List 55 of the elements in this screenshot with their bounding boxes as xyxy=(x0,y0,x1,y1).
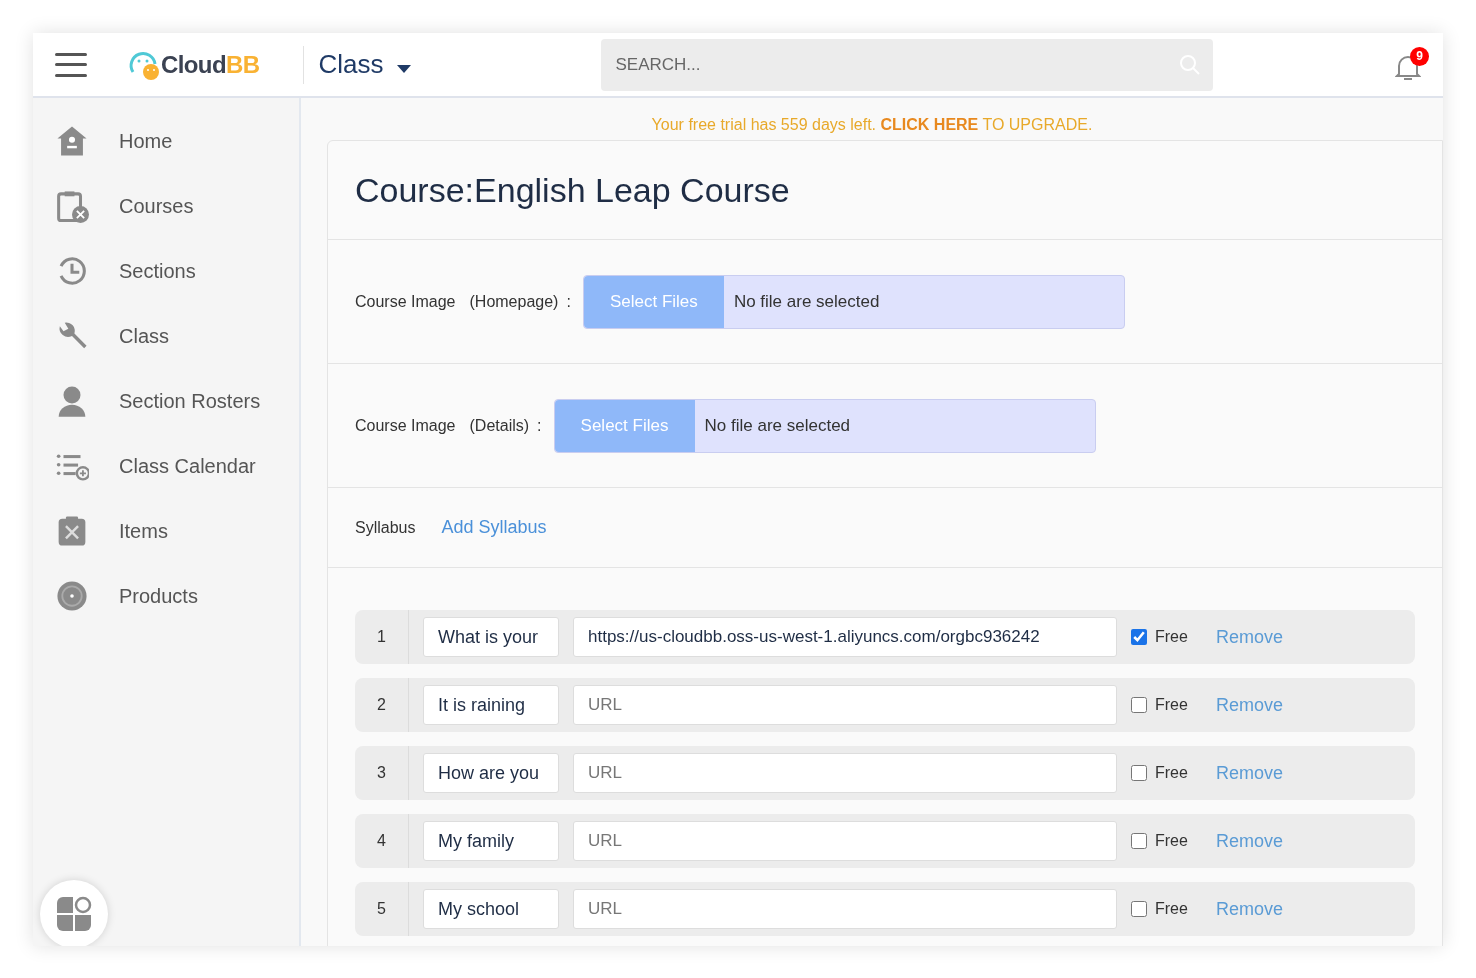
free-checkbox[interactable] xyxy=(1131,629,1147,645)
upload-label: Course Image xyxy=(355,291,456,312)
sidebar-item[interactable]: Section Rosters xyxy=(33,368,299,433)
course-title: Course:English Leap Course xyxy=(328,141,1442,240)
syllabus-label: Syllabus xyxy=(355,517,416,538)
lesson-title-field[interactable]: What is your xyxy=(423,617,559,657)
logo[interactable]: CloudBB xyxy=(125,46,260,83)
lesson-number: 4 xyxy=(355,814,409,868)
upload-colon: : xyxy=(566,291,571,312)
free-checkbox[interactable] xyxy=(1131,765,1147,781)
url-field[interactable]: URL xyxy=(573,685,1117,725)
file-status: No file are selected xyxy=(704,414,851,437)
sidebar-item[interactable]: Class Calendar xyxy=(33,433,299,498)
lesson-number: 1 xyxy=(355,610,409,664)
sidebar-item[interactable]: Sections xyxy=(33,238,299,303)
search-field[interactable]: SEARCH... xyxy=(601,38,1214,91)
sidebar-item[interactable]: Courses xyxy=(33,173,299,238)
free-checkbox[interactable] xyxy=(1131,697,1147,713)
url-field[interactable]: URL xyxy=(573,821,1117,861)
sidebar-item[interactable]: Items xyxy=(33,498,299,563)
apps-icon xyxy=(55,895,93,933)
free-checkbox[interactable] xyxy=(1131,833,1147,849)
notification-badge: 9 xyxy=(1410,46,1429,66)
caret-icon xyxy=(397,64,412,73)
sidebar-item[interactable]: Class xyxy=(33,303,299,368)
upload-qualifier: (Homepage) xyxy=(469,291,559,312)
lesson-title-field[interactable]: My school xyxy=(423,889,559,929)
free-label: Free xyxy=(1155,831,1188,851)
lesson-number: 2 xyxy=(355,678,409,732)
url-field[interactable]: URL xyxy=(573,753,1117,793)
products-icon xyxy=(55,578,89,613)
lesson-number: 5 xyxy=(355,882,409,936)
sidebar-item[interactable]: Products xyxy=(33,563,299,628)
lesson-title-field[interactable]: How are you xyxy=(423,753,559,793)
trial-message: Your free trial has 559 days left. CLICK HERE TO UPGRADE. xyxy=(650,115,1094,135)
upload-qualifier: (Details) xyxy=(469,415,530,436)
lesson-title-field[interactable]: My family xyxy=(423,821,559,861)
free-checkbox[interactable] xyxy=(1131,901,1147,917)
free-label: Free xyxy=(1155,899,1188,919)
lesson-title-field[interactable]: It is raining xyxy=(423,685,559,725)
menu-icon[interactable] xyxy=(55,52,87,77)
logo-text: CloudBB xyxy=(161,49,260,80)
url-field[interactable]: https://us-cloudbb.oss-us-west-1.aliyuncs.com/orgbc936242 xyxy=(573,617,1117,657)
upload-colon: : xyxy=(537,415,542,436)
free-label: Free xyxy=(1155,695,1188,715)
free-label: Free xyxy=(1155,763,1188,783)
sidebar-item[interactable]: Home xyxy=(33,108,299,173)
file-status: No file are selected xyxy=(733,290,880,313)
apps-button[interactable] xyxy=(40,880,108,946)
courses-icon xyxy=(55,188,89,223)
upload-label: Course Image xyxy=(355,415,456,436)
context-dropdown[interactable]: Class xyxy=(318,45,412,84)
free-label: Free xyxy=(1155,627,1188,647)
url-field[interactable]: URL xyxy=(573,889,1117,929)
lesson-number: 3 xyxy=(355,746,409,800)
